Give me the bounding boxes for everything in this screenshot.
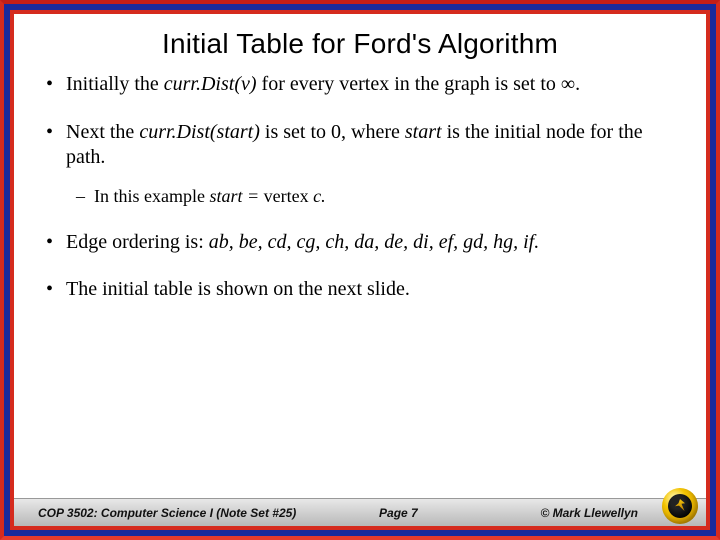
slide-frame-inner: Initial Table for Ford's Algorithm Initi… — [10, 10, 710, 530]
slide-frame-mid: Initial Table for Ford's Algorithm Initi… — [4, 4, 716, 536]
footer-bar: COP 3502: Computer Science I (Note Set #… — [14, 498, 706, 526]
text: The initial table is shown on the next s… — [66, 278, 410, 300]
bullet-2: Next the curr.Dist(start) is set to 0, w… — [66, 120, 672, 208]
text: Next the — [66, 121, 139, 143]
text: for every vertex in the graph is set to … — [257, 73, 581, 95]
footer-author: © Mark Llewellyn — [540, 506, 638, 520]
footer-page: Page 7 — [256, 506, 540, 520]
bullet-3: Edge ordering is: ab, be, cd, cg, ch, da… — [66, 230, 672, 256]
text: In this example — [94, 186, 209, 206]
footer: COP 3502: Computer Science I (Note Set #… — [14, 488, 706, 526]
text: vertex — [264, 186, 313, 206]
sub-bullet-1: In this example start = vertex c. — [94, 185, 672, 208]
bullet-4: The initial table is shown on the next s… — [66, 277, 672, 303]
bullet-1: Initially the curr.Dist(v) for every ver… — [66, 72, 672, 98]
slide-frame-outer: Initial Table for Ford's Algorithm Initi… — [0, 0, 720, 540]
emphasis: curr.Dist(start) — [139, 121, 260, 143]
slide-title: Initial Table for Ford's Algorithm — [14, 14, 706, 66]
text: is set to 0, where — [260, 121, 405, 143]
text: Edge ordering is: — [66, 231, 209, 253]
slide-body: Initially the curr.Dist(v) for every ver… — [14, 66, 706, 488]
emphasis: c. — [313, 186, 326, 206]
emphasis: ab, be, cd, cg, ch, da, de, di, ef, gd, … — [209, 231, 540, 253]
emphasis: curr.Dist(v) — [164, 73, 257, 95]
text: Initially the — [66, 73, 164, 95]
ucf-logo-icon — [662, 488, 698, 524]
emphasis: start = — [209, 186, 263, 206]
emphasis: start — [405, 121, 447, 143]
